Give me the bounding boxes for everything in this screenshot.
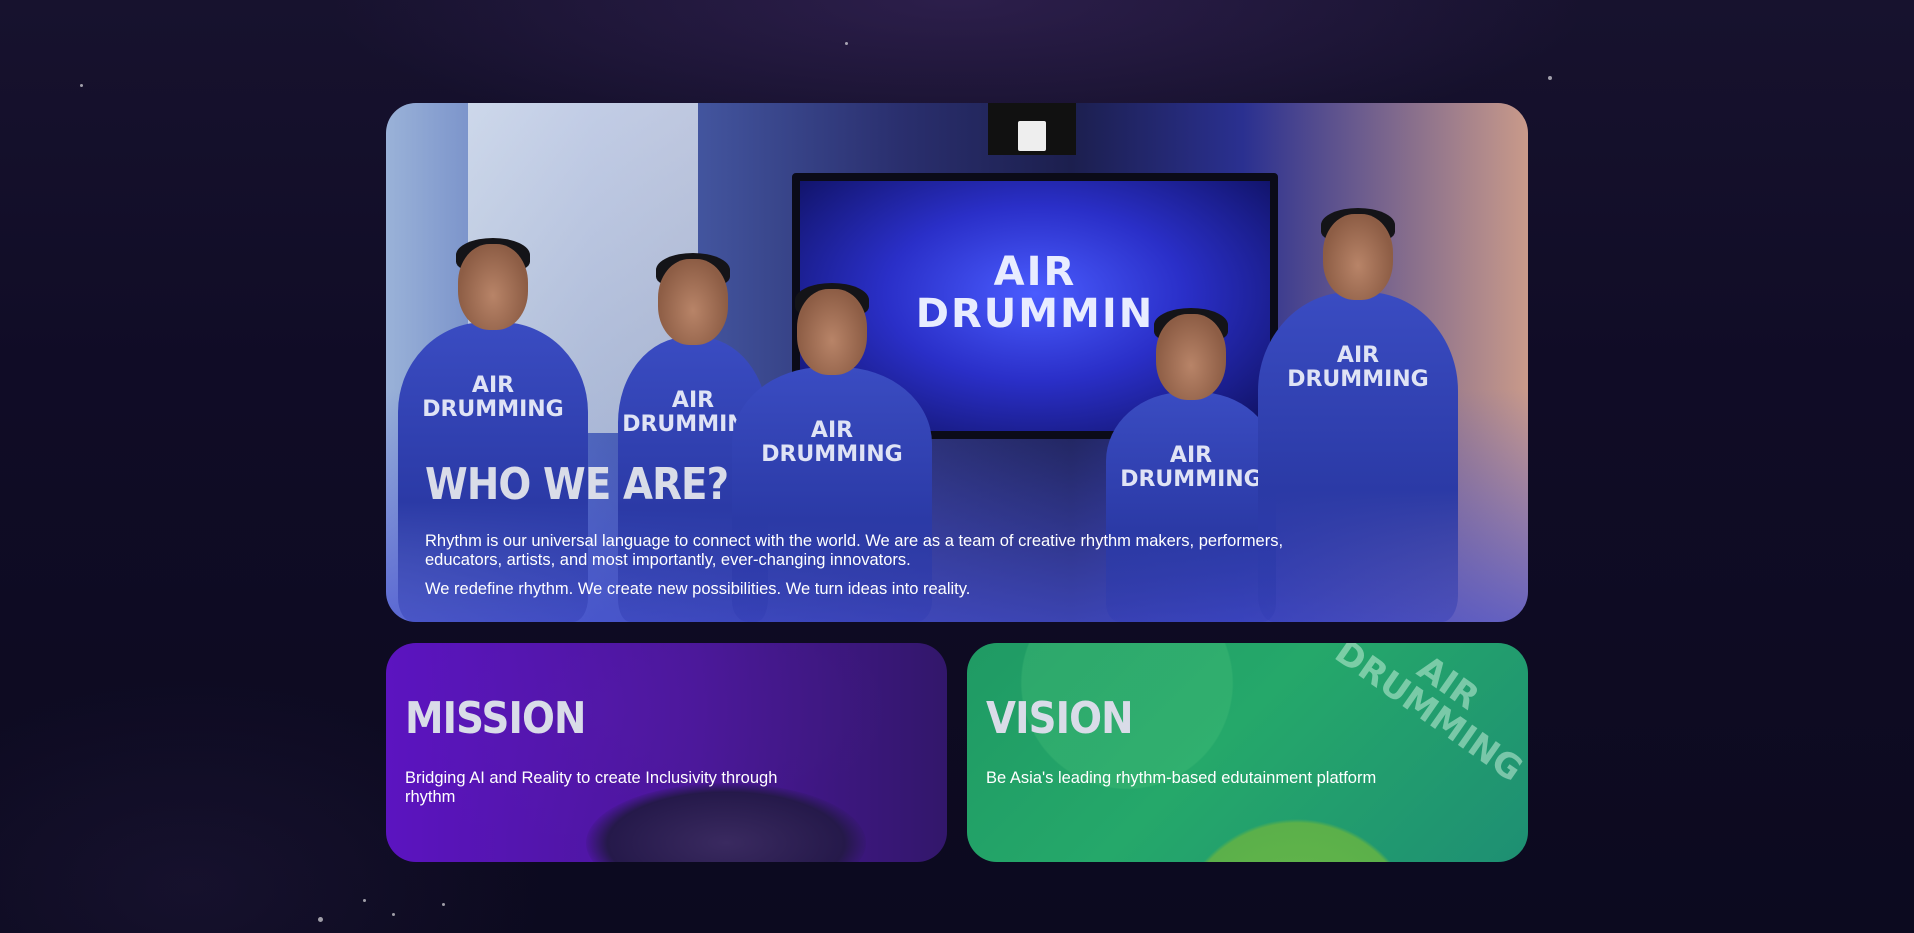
vision-card: AIR DRUMMING VISION Be Asia's leading rh… bbox=[967, 643, 1528, 862]
vision-heading: VISION bbox=[986, 693, 1134, 744]
who-we-are-heading: WHO WE ARE? bbox=[425, 459, 729, 510]
shirt-logo: AIR DRUMMING bbox=[1287, 343, 1429, 392]
who-we-are-paragraph: Rhythm is our universal language to conn… bbox=[425, 532, 1284, 569]
shirt-logo: AIR DRUMMING bbox=[422, 373, 564, 422]
mission-card: MISSION Bridging AI and Reality to creat… bbox=[386, 643, 947, 862]
page: AIR DRUMMIN AIR DRUMMING AIR DRUMMING AI… bbox=[0, 0, 1914, 933]
vision-logo-watermark: AIR DRUMMING bbox=[1327, 643, 1528, 791]
who-we-are-tagline: We redefine rhythm. We create new possib… bbox=[425, 580, 971, 598]
mission-heading: MISSION bbox=[405, 693, 586, 744]
vision-text: Be Asia's leading rhythm-based edutainme… bbox=[986, 769, 1377, 787]
who-we-are-content: WHO WE ARE? Rhythm is our universal lang… bbox=[425, 460, 1325, 599]
who-we-are-section: AIR DRUMMIN AIR DRUMMING AIR DRUMMING AI… bbox=[386, 103, 1528, 622]
plant-shelf bbox=[988, 103, 1076, 155]
mission-text: Bridging AI and Reality to create Inclus… bbox=[405, 769, 778, 806]
